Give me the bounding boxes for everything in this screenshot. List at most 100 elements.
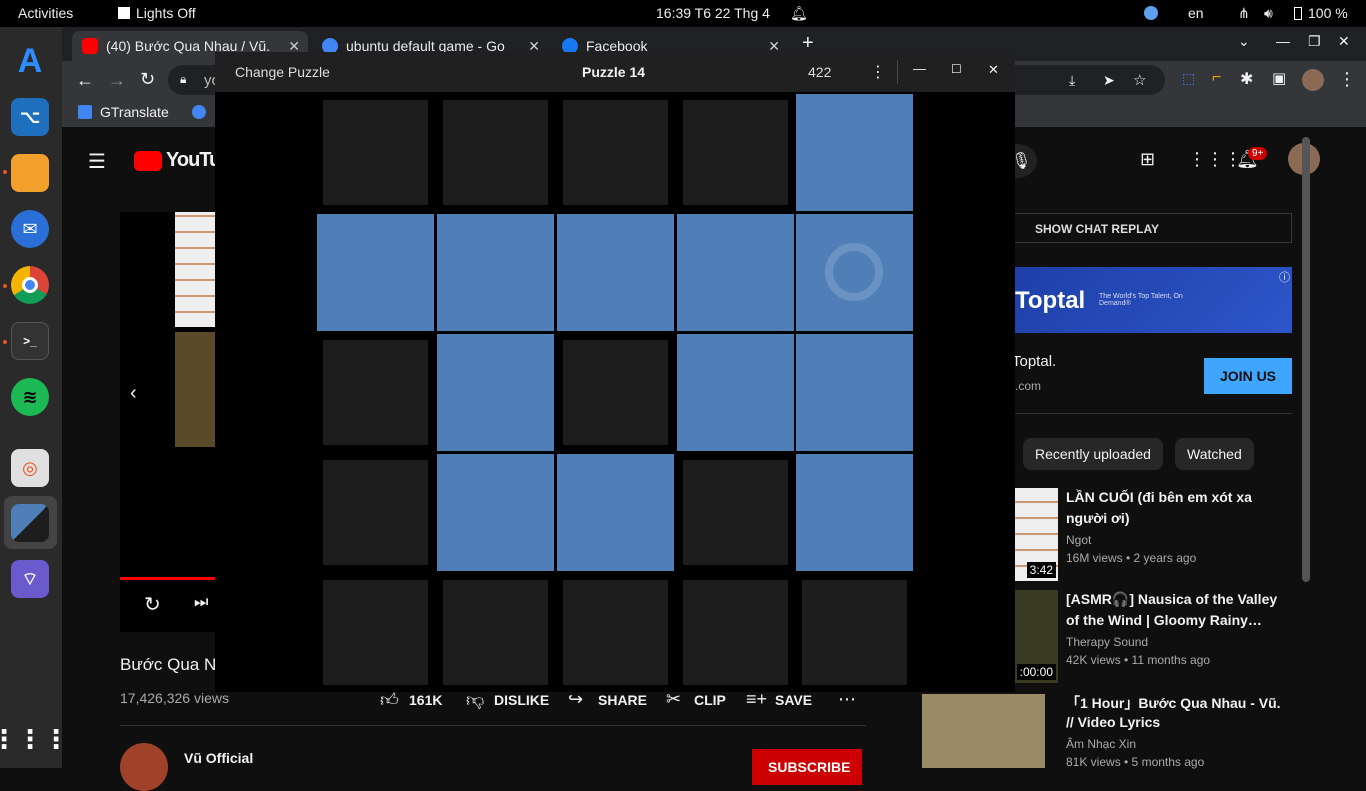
- rec-thumbnail[interactable]: 3:42: [1015, 488, 1058, 581]
- puzzle-app-icon[interactable]: [11, 504, 49, 542]
- rec-thumbnail[interactable]: :00:00: [1015, 590, 1058, 683]
- chip-watched[interactable]: Watched: [1175, 438, 1254, 470]
- window-menu-icon[interactable]: ⋮: [870, 62, 886, 82]
- puzzle-tile-r3-c2[interactable]: [557, 454, 674, 571]
- send-icon[interactable]: ➤: [1103, 72, 1115, 89]
- forward-icon[interactable]: →: [108, 70, 126, 91]
- network-icon[interactable]: ⋔: [1238, 5, 1250, 22]
- ad-info-icon[interactable]: ⓘ: [1279, 269, 1290, 285]
- like-count[interactable]: 161K: [409, 692, 442, 708]
- rec-title-line1[interactable]: [ASMR🎧] Nausica of the Valley: [1066, 591, 1277, 608]
- lights-off-indicator[interactable]: Lights Off: [118, 5, 196, 21]
- puzzle-tile-r3-c0[interactable]: [323, 460, 428, 565]
- extension-2-icon[interactable]: ⌐: [1212, 69, 1221, 87]
- video-player[interactable]: ‹ ↻ ⏭: [120, 212, 215, 632]
- volume-icon[interactable]: 🔊︎: [1264, 5, 1273, 22]
- apps-icon[interactable]: ⋮⋮⋮: [1188, 149, 1242, 170]
- puzzle-tile-r0-c1[interactable]: [443, 100, 548, 205]
- rec-title-line2[interactable]: người ơi): [1066, 510, 1129, 526]
- puzzle-tile-r4-c1[interactable]: [443, 580, 548, 685]
- puzzle-tile-r4-c4[interactable]: [802, 580, 907, 685]
- change-puzzle-button[interactable]: Change Puzzle: [235, 64, 330, 80]
- puzzle-tile-r2-c0[interactable]: [323, 340, 428, 445]
- azure-icon[interactable]: A: [11, 42, 49, 80]
- puzzle-tile-r1-c0[interactable]: [317, 214, 434, 331]
- google-bookmark-icon[interactable]: [192, 105, 206, 119]
- like-icon[interactable]: 👍︎: [380, 689, 399, 711]
- back-icon[interactable]: ←: [76, 70, 94, 91]
- create-icon[interactable]: ⊞: [1140, 149, 1155, 170]
- minimize-icon[interactable]: —: [913, 61, 926, 76]
- rec-channel[interactable]: Âm Nhạc Xin: [1066, 737, 1136, 751]
- sidepanel-icon[interactable]: ▣: [1272, 69, 1286, 87]
- puzzle-tile-r4-c3[interactable]: [683, 580, 788, 685]
- puzzle-extensions-icon[interactable]: ✱: [1240, 69, 1253, 89]
- rec-channel[interactable]: Therapy Sound: [1066, 635, 1148, 649]
- puzzle-tile-r4-c0[interactable]: [323, 580, 428, 685]
- channel-name[interactable]: Vũ Official: [184, 750, 253, 766]
- rec-title-line1[interactable]: 「1 Hour」Bước Qua Nhau - Vũ.: [1066, 693, 1281, 713]
- vpn-icon[interactable]: [1144, 6, 1158, 20]
- puzzle-tile-r1-c1[interactable]: [437, 214, 554, 331]
- next-icon[interactable]: ⏭: [194, 594, 208, 612]
- extension-icon[interactable]: ⬚: [1182, 70, 1195, 87]
- maximize-icon[interactable]: ☐: [951, 62, 962, 76]
- rec-thumbnail[interactable]: [922, 694, 1045, 768]
- files-icon[interactable]: [11, 154, 49, 192]
- rec-channel[interactable]: Ngot: [1066, 533, 1091, 547]
- clip-button[interactable]: CLIP: [694, 692, 726, 708]
- save-playlist-icon[interactable]: ≡+: [746, 689, 767, 710]
- share-icon[interactable]: ↪: [568, 689, 583, 710]
- progress-bar[interactable]: [120, 577, 215, 580]
- puzzle-tile-r1-c3[interactable]: [677, 214, 794, 331]
- save-button[interactable]: SAVE: [775, 692, 812, 708]
- close-icon[interactable]: ✕: [988, 62, 999, 78]
- puzzle-tile-r1-c4[interactable]: [796, 214, 913, 331]
- download-icon[interactable]: ⤓: [1069, 72, 1075, 89]
- join-us-button[interactable]: JOIN US: [1204, 358, 1292, 394]
- tab-search-icon[interactable]: ⌄: [1238, 33, 1250, 50]
- puzzle-tile-r1-c2[interactable]: [557, 214, 674, 331]
- show-apps-icon[interactable]: ⋮⋮⋮: [0, 720, 69, 758]
- bookmark-star-icon[interactable]: ☆: [1133, 71, 1146, 89]
- dislike-icon[interactable]: 👎︎: [466, 689, 484, 711]
- close-window-icon[interactable]: ✕: [1338, 33, 1350, 50]
- puzzle-tile-r3-c4[interactable]: [796, 454, 913, 571]
- puzzle-tile-r2-c4[interactable]: [796, 334, 913, 451]
- toptal-ad-banner[interactable]: Toptal The World's Top Talent, On Demand…: [1015, 267, 1292, 333]
- menu-icon[interactable]: ⋮: [1338, 69, 1356, 90]
- replay-icon[interactable]: ↻: [144, 592, 161, 617]
- dislike-button[interactable]: DISLIKE: [494, 692, 549, 708]
- puzzle-tile-r2-c2[interactable]: [563, 340, 668, 445]
- hamburger-icon[interactable]: ☰: [88, 149, 106, 174]
- puzzle-tile-r3-c3[interactable]: [683, 460, 788, 565]
- puzzle-tile-r0-c3[interactable]: [683, 100, 788, 205]
- puzzle-tile-r2-c3[interactable]: [677, 334, 794, 451]
- puzzle-tile-r3-c1[interactable]: [437, 454, 554, 571]
- spotify-icon[interactable]: ≋: [11, 378, 49, 416]
- software-center-icon[interactable]: ◎: [11, 449, 49, 487]
- puzzle-tile-r0-c4[interactable]: [796, 94, 913, 211]
- thunderbird-icon[interactable]: ✉: [11, 210, 49, 248]
- puzzle-tile-r0-c0[interactable]: [323, 100, 428, 205]
- bookmark-gtranslate[interactable]: GTranslate: [100, 104, 169, 120]
- rec-title-line2[interactable]: // Video Lyrics: [1066, 714, 1160, 730]
- rec-title-line2[interactable]: of the Wind | Gloomy Rainy…: [1066, 612, 1262, 628]
- prev-chevron-icon[interactable]: ‹: [130, 382, 137, 405]
- share-button[interactable]: SHARE: [598, 692, 647, 708]
- clip-icon[interactable]: ✂: [666, 689, 681, 710]
- terminal-icon[interactable]: >_: [11, 322, 49, 360]
- rec-title-line1[interactable]: LẦN CUỐI (đi bên em xót xa: [1066, 489, 1252, 505]
- bell-icon[interactable]: 🔔︎: [790, 5, 808, 22]
- language-indicator[interactable]: en: [1188, 5, 1204, 21]
- channel-avatar[interactable]: [120, 743, 168, 791]
- clock[interactable]: 16:39 T6 22 Thg 4: [656, 5, 770, 21]
- profile-avatar[interactable]: [1302, 69, 1324, 91]
- chrome-icon[interactable]: [11, 266, 49, 304]
- restore-icon[interactable]: ❐: [1308, 33, 1321, 50]
- page-scrollbar[interactable]: [1302, 137, 1310, 582]
- subscribe-button[interactable]: SUBSCRIBE: [752, 749, 862, 785]
- address-bar[interactable]: 🔒︎ yo: [168, 65, 220, 95]
- wifi-app-icon[interactable]: ⌔: [11, 560, 49, 598]
- chip-recently-uploaded[interactable]: Recently uploaded: [1023, 438, 1163, 470]
